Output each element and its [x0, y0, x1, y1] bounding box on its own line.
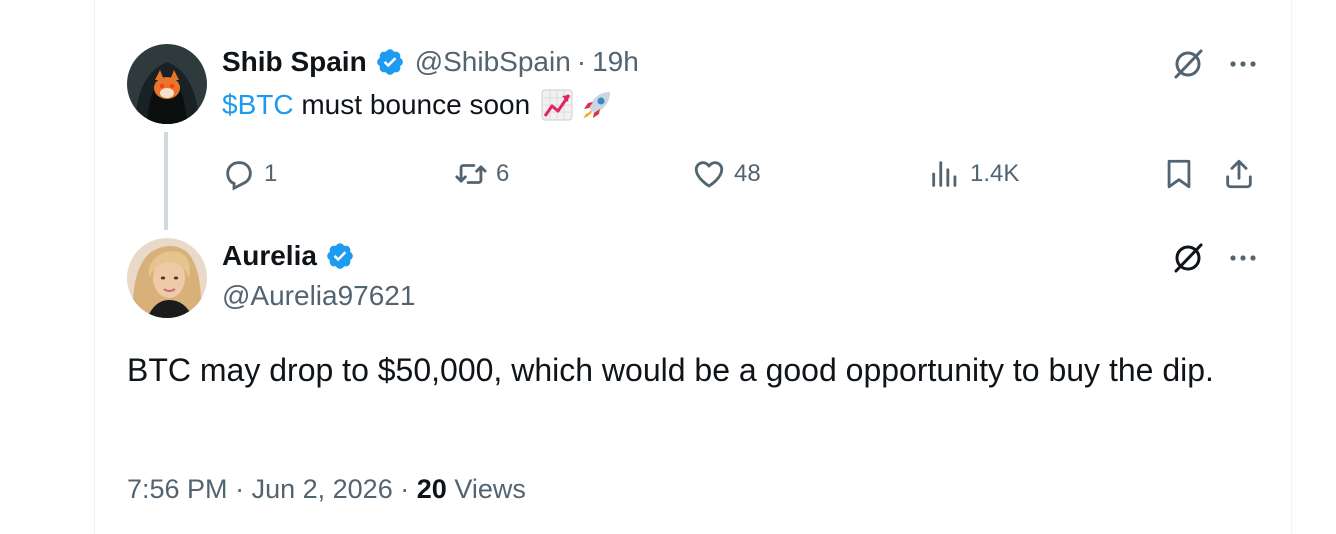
- reply-button[interactable]: 1: [222, 152, 277, 196]
- rocket-emoji: [583, 92, 611, 119]
- verified-badge-icon[interactable]: [375, 47, 405, 77]
- parent-action-bar: 1 6 48 1.4K: [222, 152, 1262, 196]
- main-handle[interactable]: @Aurelia97621: [222, 280, 415, 312]
- repost-button[interactable]: 6: [454, 152, 509, 196]
- main-tweet-header: Aurelia: [222, 240, 355, 272]
- share-button[interactable]: [1222, 152, 1264, 196]
- bookmark-icon: [1167, 159, 1191, 189]
- verified-badge-icon[interactable]: [325, 241, 355, 271]
- heart-icon: [694, 161, 724, 188]
- tweet-date[interactable]: Jun 2, 2026: [252, 474, 393, 504]
- analytics-icon: [932, 161, 957, 187]
- main-display-name[interactable]: Aurelia: [222, 240, 317, 272]
- bookmark-button[interactable]: [1162, 152, 1204, 196]
- parent-tweet-header: Shib Spain @ShibSpain · 19h: [222, 46, 639, 78]
- meta-separator: ·: [400, 474, 410, 504]
- tweet-views-count[interactable]: 20: [417, 474, 447, 504]
- tweet-detail-page: Shib Spain @ShibSpain · 19h $BTC must bo…: [0, 0, 1336, 534]
- thread-connector-line: [164, 132, 168, 230]
- like-button[interactable]: 48: [692, 152, 761, 196]
- parent-top-actions: [1170, 46, 1260, 82]
- repost-icon: [455, 164, 487, 184]
- btc-cashtag-link[interactable]: $BTC: [222, 89, 294, 121]
- grok-icon[interactable]: [1170, 46, 1206, 82]
- tweet-views-label: Views: [454, 474, 526, 504]
- tweet-metadata: 7:56 PM · Jun 2, 2026 · 20 Views: [127, 474, 526, 505]
- aurelia-avatar[interactable]: [127, 238, 207, 318]
- shibspain-avatar[interactable]: [127, 44, 207, 124]
- parent-timestamp[interactable]: 19h: [592, 46, 639, 78]
- reply-icon: [226, 161, 252, 191]
- parent-tweet-text: $BTC must bounce soon: [222, 88, 614, 122]
- chart-increasing-emoji: [541, 89, 573, 121]
- parent-display-name[interactable]: Shib Spain: [222, 46, 367, 78]
- main-tweet-text: BTC may drop to $50,000, which would be …: [127, 352, 1214, 388]
- repost-count: 6: [496, 160, 510, 187]
- grok-icon[interactable]: [1170, 240, 1206, 276]
- separator-dot: ·: [576, 46, 587, 77]
- more-options-icon[interactable]: [1226, 241, 1260, 275]
- main-top-actions: [1170, 240, 1260, 276]
- meta-separator: ·: [235, 474, 245, 504]
- reply-count: 1: [264, 160, 278, 187]
- parent-handle[interactable]: @ShibSpain: [415, 46, 571, 78]
- parent-tweet-body: must bounce soon: [293, 89, 531, 120]
- tweet-time[interactable]: 7:56 PM: [127, 474, 228, 504]
- more-options-icon[interactable]: [1226, 47, 1260, 81]
- like-count: 48: [734, 160, 761, 187]
- share-icon: [1226, 159, 1252, 189]
- views-count: 1.4K: [970, 160, 1020, 187]
- views-button[interactable]: 1.4K: [928, 152, 1019, 196]
